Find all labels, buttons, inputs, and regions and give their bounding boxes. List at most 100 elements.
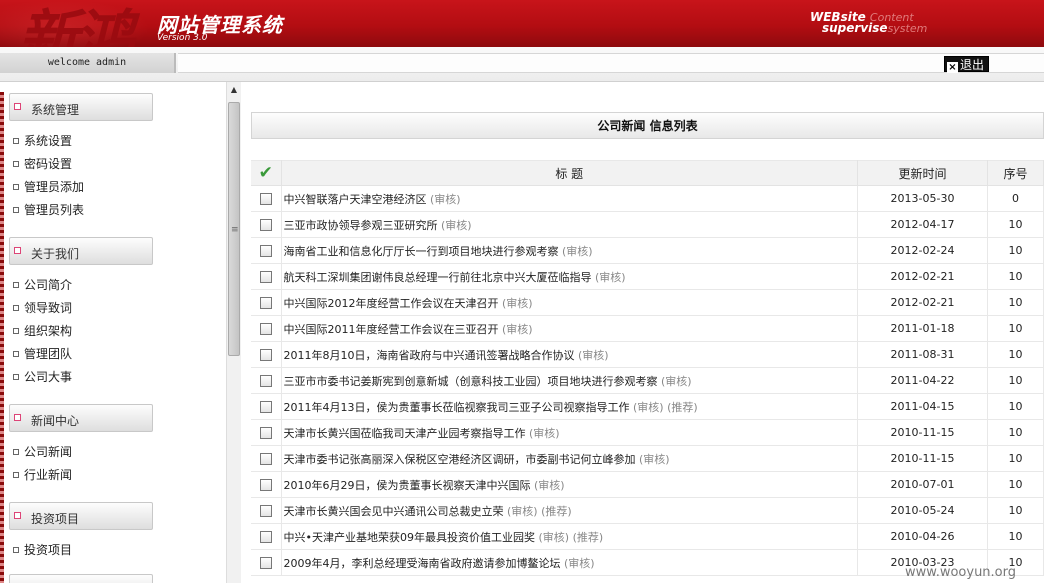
row-checkbox-cell xyxy=(251,367,282,394)
sidebar-group-partial[interactable] xyxy=(9,574,153,583)
row-title-link[interactable]: 2010年6月29日，侯为贵董事长视察天津中兴国际 xyxy=(284,479,531,492)
row-status-tags[interactable]: (审核) xyxy=(564,557,595,570)
row-status-tags[interactable]: (审核) xyxy=(595,271,626,284)
row-date: 2012-02-24 xyxy=(857,237,988,264)
table-row: 海南省工业和信息化厅厅长一行到项目地块进行参观考察 (审核) 2012-02-24… xyxy=(251,237,1044,264)
row-checkbox-cell xyxy=(251,289,282,316)
table-row: 中兴智联落户天津空港经济区 (审核) 2013-05-30 0 xyxy=(251,185,1044,212)
row-title-link[interactable]: 中兴国际2011年度经营工作会议在三亚召开 xyxy=(284,323,499,336)
sidebar-item-system-settings[interactable]: 系统设置 xyxy=(13,132,72,149)
row-checkbox[interactable] xyxy=(259,323,272,335)
scrollbar-thumb[interactable]: ≡ xyxy=(228,102,240,356)
brand-logo-decoration: 新鸿 xyxy=(18,4,134,47)
row-title-link[interactable]: 2009年4月，李利总经理受海南省政府邀请参加博鳌论坛 xyxy=(284,557,561,570)
sidebar-item-company-news[interactable]: 公司新闻 xyxy=(13,443,72,460)
row-title-cell: 中兴国际2011年度经营工作会议在三亚召开 (审核) xyxy=(281,315,858,342)
sidebar-item-password-settings[interactable]: 密码设置 xyxy=(13,155,72,172)
row-order: 10 xyxy=(987,315,1044,342)
row-checkbox[interactable] xyxy=(259,453,272,465)
checkmark-icon[interactable]: ✔ xyxy=(259,163,273,183)
row-status-tags[interactable]: (审核) xyxy=(534,479,565,492)
app-version: Version 3.0 xyxy=(157,33,208,43)
row-checkbox[interactable] xyxy=(259,349,272,361)
sidebar-item-admin-list[interactable]: 管理员列表 xyxy=(13,201,84,218)
sidebar-group-investment[interactable]: 投资项目 xyxy=(9,502,153,530)
sidebar-group-system[interactable]: 系统管理 xyxy=(9,93,153,121)
row-date: 2010-04-26 xyxy=(857,523,988,550)
sidebar: 系统管理 系统设置 密码设置 管理员添加 管理员列表 关于我们 公司简介 领导致… xyxy=(0,82,226,583)
row-checkbox[interactable] xyxy=(259,557,272,569)
logout-button[interactable]: × 退出 xyxy=(944,56,990,73)
row-date: 2011-04-22 xyxy=(857,367,988,394)
row-checkbox[interactable] xyxy=(259,479,272,491)
welcome-text: welcome admin xyxy=(0,53,176,73)
row-order: 10 xyxy=(987,445,1044,472)
row-status-tags[interactable]: (审核) xyxy=(639,453,670,466)
row-checkbox[interactable] xyxy=(259,297,272,309)
row-title-link[interactable]: 2011年8月10日，海南省政府与中兴通讯签署战略合作协议 xyxy=(284,349,575,362)
row-title-cell: 2010年6月29日，侯为贵董事长视察天津中兴国际 (审核) xyxy=(281,471,858,498)
select-all-header[interactable]: ✔ xyxy=(251,160,282,186)
row-checkbox[interactable] xyxy=(259,505,272,517)
sidebar-scrollbar[interactable]: ▲ ≡ xyxy=(226,82,241,583)
row-title-link[interactable]: 三亚市政协领导参观三亚研究所 xyxy=(284,219,438,232)
row-order: 10 xyxy=(987,419,1044,446)
row-title-link[interactable]: 中兴•天津产业基地荣获09年最具投资价值工业园奖 xyxy=(284,531,535,544)
sidebar-item-management-team[interactable]: 管理团队 xyxy=(13,345,72,362)
row-title-cell: 2011年4月13日，侯为贵董事长莅临视察我司三亚子公司视察指导工作 (审核) … xyxy=(281,393,858,420)
sidebar-group-about[interactable]: 关于我们 xyxy=(9,237,153,265)
row-order: 10 xyxy=(987,341,1044,368)
row-status-tags[interactable]: (审核) (推荐) xyxy=(507,505,572,518)
row-status-tags[interactable]: (审核) xyxy=(562,245,593,258)
sidebar-item-leader-speech[interactable]: 领导致词 xyxy=(13,299,72,316)
row-status-tags[interactable]: (审核) xyxy=(502,323,533,336)
row-checkbox[interactable] xyxy=(259,375,272,387)
row-checkbox[interactable] xyxy=(259,245,272,257)
row-status-tags[interactable]: (审核) xyxy=(430,193,461,206)
table-row: 三亚市市委书记姜斯宪到创意新城（创意科技工业园）项目地块进行参观考察 (审核) 2… xyxy=(251,367,1044,394)
row-status-tags[interactable]: (审核) xyxy=(578,349,609,362)
row-title-link[interactable]: 中兴智联落户天津空港经济区 xyxy=(284,193,427,206)
row-checkbox[interactable] xyxy=(259,219,272,231)
row-title-link[interactable]: 2011年4月13日，侯为贵董事长莅临视察我司三亚子公司视察指导工作 xyxy=(284,401,630,414)
top-bar: welcome admin × 退出 xyxy=(0,47,1044,82)
scroll-up-arrow-icon[interactable]: ▲ xyxy=(227,82,241,98)
sidebar-group-news[interactable]: 新闻中心 xyxy=(9,404,153,432)
row-title-link[interactable]: 天津市委书记张高丽深入保税区空港经济区调研，市委副书记何立峰参加 xyxy=(284,453,636,466)
bullet-icon xyxy=(13,328,19,334)
row-date: 2012-02-21 xyxy=(857,263,988,290)
sidebar-item-company-intro[interactable]: 公司简介 xyxy=(13,276,72,293)
row-checkbox[interactable] xyxy=(259,427,272,439)
row-checkbox[interactable] xyxy=(259,401,272,413)
row-status-tags[interactable]: (审核) (推荐) xyxy=(538,531,603,544)
table-row: 三亚市政协领导参观三亚研究所 (审核) 2012-04-17 10 xyxy=(251,211,1044,238)
sidebar-item-org-structure[interactable]: 组织架构 xyxy=(13,322,72,339)
row-date: 2012-04-17 xyxy=(857,211,988,238)
row-title-cell: 2011年8月10日，海南省政府与中兴通讯签署战略合作协议 (审核) xyxy=(281,341,858,368)
row-checkbox[interactable] xyxy=(259,271,272,283)
row-title-link[interactable]: 三亚市市委书记姜斯宪到创意新城（创意科技工业园）项目地块进行参观考察 xyxy=(284,375,658,388)
column-title-header: 标 题 xyxy=(281,160,858,186)
row-order: 10 xyxy=(987,471,1044,498)
sidebar-item-admin-add[interactable]: 管理员添加 xyxy=(13,178,84,195)
row-title-link[interactable]: 天津市长黄兴国会见中兴通讯公司总裁史立荣 xyxy=(284,505,504,518)
row-title-link[interactable]: 中兴国际2012年度经营工作会议在天津召开 xyxy=(284,297,499,310)
sidebar-item-company-events[interactable]: 公司大事 xyxy=(13,368,72,385)
row-checkbox-cell xyxy=(251,549,282,576)
row-status-tags[interactable]: (审核) xyxy=(661,375,692,388)
table-row: 天津市长黄兴国莅临我司天津产业园考察指导工作 (审核) 2010-11-15 10 xyxy=(251,419,1044,446)
sidebar-item-investment-projects[interactable]: 投资项目 xyxy=(13,541,72,558)
row-status-tags[interactable]: (审核) xyxy=(529,427,560,440)
row-checkbox[interactable] xyxy=(259,531,272,543)
row-status-tags[interactable]: (审核) xyxy=(502,297,533,310)
row-title-link[interactable]: 海南省工业和信息化厅厅长一行到项目地块进行参观考察 xyxy=(284,245,559,258)
row-order: 10 xyxy=(987,523,1044,550)
row-title-link[interactable]: 天津市长黄兴国莅临我司天津产业园考察指导工作 xyxy=(284,427,526,440)
row-status-tags[interactable]: (审核) xyxy=(441,219,472,232)
row-checkbox[interactable] xyxy=(259,193,272,205)
row-status-tags[interactable]: (审核) (推荐) xyxy=(633,401,698,414)
close-icon: × xyxy=(947,62,958,73)
row-title-link[interactable]: 航天科工深圳集团谢伟良总经理一行前往北京中兴大厦莅临指导 xyxy=(284,271,592,284)
sidebar-item-industry-news[interactable]: 行业新闻 xyxy=(13,466,72,483)
row-order: 10 xyxy=(987,497,1044,524)
